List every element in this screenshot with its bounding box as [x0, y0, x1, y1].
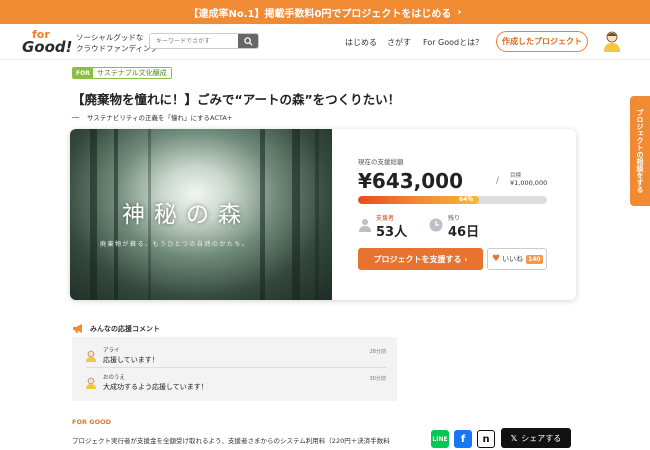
supporters-count: 53人 — [376, 225, 408, 240]
hero-image: 神秘の森 廃棄物が蘇る、もうひとつの自然のかたち。 — [70, 129, 332, 300]
search-box — [149, 33, 259, 49]
megaphone-icon — [73, 324, 82, 333]
hero-subtitle: 廃棄物が蘇る、もうひとつの自然のかたち。 — [100, 241, 250, 248]
user-avatar-icon[interactable] — [603, 30, 621, 52]
logo-bottom: Good! — [22, 38, 73, 56]
comment-text: 大成功するよう応援しています！ — [103, 383, 208, 391]
like-count: 140 — [526, 254, 543, 264]
remaining-days: 46日 — [448, 225, 480, 240]
chevron-right-icon: › — [457, 6, 462, 18]
like-button[interactable]: ♥ いいね 140 — [487, 248, 547, 270]
current-amount-label: 現在の支援総額 — [358, 158, 404, 166]
tagline-line-1: ソーシャルグッドな — [76, 33, 144, 42]
category-badge[interactable]: FOR サステナブル文化醸成 — [72, 67, 172, 79]
comment-divider — [86, 367, 386, 368]
tree-silhouette — [90, 129, 97, 300]
share-label: シェアする — [521, 433, 562, 443]
promo-banner[interactable]: 【達成率No.1】掲載手数料0円でプロジェクトをはじめる › — [0, 0, 650, 24]
amount-slash: / — [496, 176, 500, 186]
nav-search[interactable]: さがす — [387, 37, 411, 48]
commenter-avatar-icon — [86, 374, 96, 389]
nav-about[interactable]: For Goodとは？ — [423, 37, 483, 48]
comment-time: 30分前 — [369, 376, 386, 382]
tree-silhouette — [260, 129, 265, 300]
commenter-name: アライ — [103, 348, 120, 354]
progress-percent: 64％ — [458, 196, 474, 203]
share-x-button[interactable]: 𝕏 シェアする — [501, 428, 571, 448]
my-projects-button[interactable]: 作成したプロジェクト — [496, 31, 588, 52]
nav-start[interactable]: はじめる — [345, 37, 377, 48]
project-title: 【廃棄物を憧れに！】ごみで“アートの森”をつくりたい！ — [72, 92, 401, 107]
organizer-dash — [72, 116, 79, 118]
current-amount: ¥643,000 — [358, 169, 464, 193]
project-card: 神秘の森 廃棄物が蘇る、もうひとつの自然のかたち。 現在の支援総額 ¥643,0… — [70, 129, 576, 300]
tagline: ソーシャルグッドな クラウドファンディング — [76, 32, 158, 54]
organizer[interactable]: サステナビリティの正義を「憧れ」にするACTA+ — [72, 112, 232, 122]
hero-title: 神秘の森 — [122, 202, 250, 228]
tree-silhouette — [292, 129, 300, 300]
comments-heading-text: みんなの応援コメント — [90, 324, 160, 333]
commenter-avatar-icon — [86, 347, 96, 362]
consult-side-tab[interactable]: プロジェクトの相談をする — [630, 96, 650, 206]
search-input[interactable] — [150, 34, 238, 48]
clock-icon — [429, 217, 443, 232]
for-good-heading: FOR GOOD — [72, 418, 112, 426]
progress-bar: 64％ — [358, 196, 547, 204]
logo[interactable]: for Good! — [22, 29, 73, 57]
comments-heading: みんなの応援コメント — [72, 323, 160, 334]
tree-silhouette — [114, 129, 118, 300]
like-label: いいね — [502, 255, 524, 263]
facebook-icon[interactable]: f — [454, 430, 472, 448]
comments-list: アライ 応援しています！ 28分前 おのうえ 大成功するよう応援しています！ 3… — [72, 337, 397, 401]
consult-label: プロジェクトの相談をする — [636, 109, 644, 193]
organizer-name: サステナビリティの正義を「憧れ」にするACTA+ — [87, 114, 233, 122]
tagline-line-2: クラウドファンディング — [76, 44, 158, 53]
comment-text: 応援しています！ — [103, 356, 159, 364]
x-logo-icon: 𝕏 — [510, 433, 518, 443]
promo-text: 【達成率No.1】掲載手数料0円でプロジェクトをはじめる — [188, 8, 452, 20]
line-icon[interactable]: LINE — [431, 430, 449, 448]
category-tag: FOR — [73, 68, 93, 78]
site-header: for Good! ソーシャルグッドな クラウドファンディング はじめる さがす… — [0, 24, 650, 60]
support-project-button[interactable]: プロジェクトを支援する › — [358, 248, 483, 270]
goal-amount: ¥1,000,000 — [510, 179, 548, 187]
tree-silhouette — [315, 129, 319, 300]
comment-time: 28分前 — [369, 349, 386, 355]
goal-label: 目標 — [510, 173, 522, 179]
person-icon — [358, 217, 372, 232]
commenter-name: おのうえ — [103, 375, 126, 381]
for-good-description: プロジェクト実行者が支援金を全額受け取れるよう、支援者さまからのシステム利用料（… — [72, 437, 390, 445]
heart-icon: ♥ — [492, 254, 501, 264]
search-icon — [243, 36, 253, 46]
note-icon[interactable]: n — [477, 430, 495, 448]
search-button[interactable] — [238, 34, 258, 48]
category-label: サステナブル文化醸成 — [96, 69, 167, 77]
